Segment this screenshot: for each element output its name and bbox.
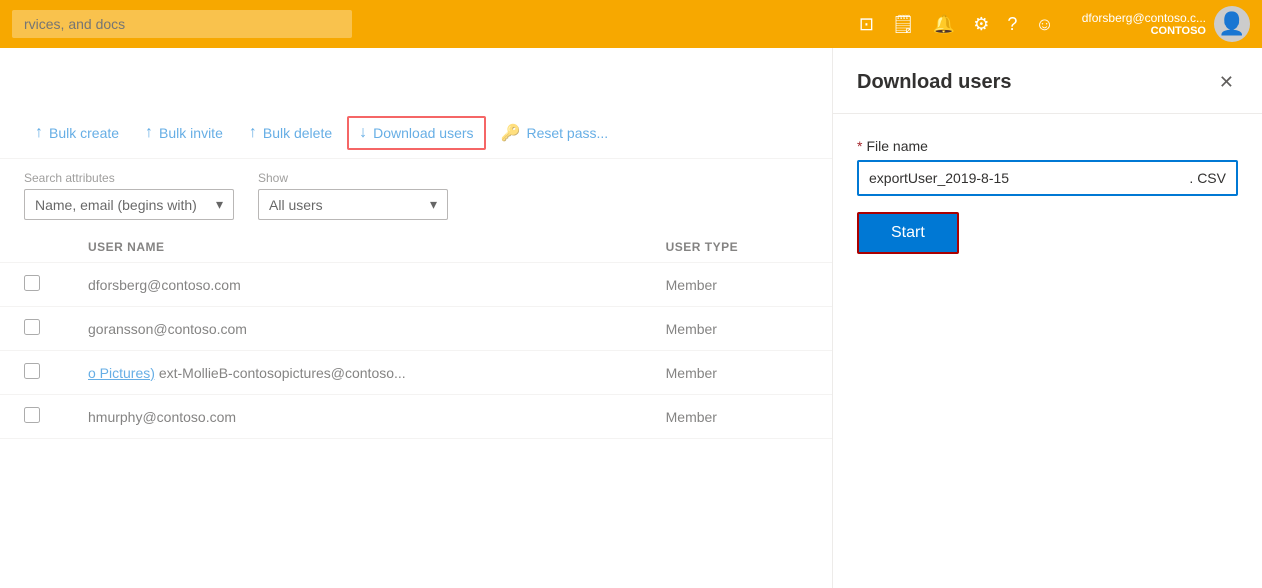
required-star: * <box>857 138 862 154</box>
usertype-cell: Member <box>642 307 832 351</box>
file-name-label-text: File name <box>866 138 927 154</box>
left-content: ↑ Bulk create ↑ Bulk invite ↑ Bulk delet… <box>0 48 832 588</box>
username-cell: dforsberg@contoso.com <box>64 263 642 307</box>
panel-body: * File name . CSV Start <box>833 114 1262 278</box>
users-table: USER NAME USER TYPE dforsberg@contoso.co… <box>0 232 832 439</box>
user-name: dforsberg@contoso.c... <box>1082 11 1206 25</box>
table-row: goransson@contoso.com Member <box>0 307 832 351</box>
key-icon: 🔑 <box>501 123 521 143</box>
toolbar: ↑ Bulk create ↑ Bulk invite ↑ Bulk delet… <box>0 108 832 159</box>
username-value: goransson@contoso.com <box>88 321 247 337</box>
username-cell: goransson@contoso.com <box>64 307 642 351</box>
row-checkbox[interactable] <box>24 363 40 379</box>
username-cell: hmurphy@contoso.com <box>64 395 642 439</box>
table-row: o Pictures) ext-MollieB-contosopictures@… <box>0 351 832 395</box>
terminal-icon[interactable]: ⊡ <box>859 14 874 35</box>
clipboard-icon[interactable]: 🗒 <box>892 14 915 35</box>
row-checkbox[interactable] <box>24 275 40 291</box>
search-attributes-value: Name, email (begins with) <box>35 197 197 213</box>
page-header <box>0 48 832 108</box>
user-org: CONTOSO <box>1151 25 1206 37</box>
usertype-cell: Member <box>642 351 832 395</box>
panel-title: Download users <box>857 71 1011 94</box>
table-row: hmurphy@contoso.com Member <box>0 395 832 439</box>
user-info: dforsberg@contoso.c... CONTOSO <box>1082 11 1206 37</box>
topbar-icons: ⊡ 🗒 🔔 ⚙ ? ☺ dforsberg@contoso.c... CONTO… <box>859 6 1250 42</box>
download-users-panel: Download users ✕ * File name . CSV Start <box>832 48 1262 588</box>
bell-icon[interactable]: 🔔 <box>933 14 955 35</box>
panel-close-button[interactable]: ✕ <box>1215 68 1238 97</box>
search-attributes-group: Search attributes Name, email (begins wi… <box>24 171 234 220</box>
reset-pass-label: Reset pass... <box>526 125 608 141</box>
bulk-create-icon: ↑ <box>35 124 43 142</box>
table-row: dforsberg@contoso.com Member <box>0 263 832 307</box>
bulk-invite-button[interactable]: ↑ Bulk invite <box>134 117 234 149</box>
file-name-input-row: . CSV <box>857 160 1238 196</box>
bulk-create-label: Bulk create <box>49 125 119 141</box>
smiley-icon[interactable]: ☺ <box>1035 14 1053 35</box>
file-name-input[interactable] <box>859 162 1171 194</box>
main-area: ↑ Bulk create ↑ Bulk invite ↑ Bulk delet… <box>0 48 1262 588</box>
row-checkbox[interactable] <box>24 407 40 423</box>
gear-icon[interactable]: ⚙ <box>973 14 989 35</box>
show-group: Show All users ▾ <box>258 171 448 220</box>
panel-header: Download users ✕ <box>833 48 1262 114</box>
usertype-cell: Member <box>642 395 832 439</box>
avatar[interactable]: 👤 <box>1214 6 1250 42</box>
search-attributes-label: Search attributes <box>24 171 234 185</box>
help-icon[interactable]: ? <box>1007 14 1017 35</box>
show-label: Show <box>258 171 448 185</box>
filter-row: Search attributes Name, email (begins wi… <box>0 159 832 232</box>
download-users-label: Download users <box>373 125 473 141</box>
username-value: hmurphy@contoso.com <box>88 409 236 425</box>
bulk-delete-label: Bulk delete <box>263 125 332 141</box>
partial-link[interactable]: o Pictures) <box>88 365 155 381</box>
download-users-button[interactable]: ↓ Download users <box>347 116 485 150</box>
bulk-create-button[interactable]: ↑ Bulk create <box>24 117 130 149</box>
checkbox-header <box>0 232 64 263</box>
file-name-group: * File name . CSV <box>857 138 1238 196</box>
usertype-cell: Member <box>642 263 832 307</box>
bulk-invite-icon: ↑ <box>145 124 153 142</box>
username-value: dforsberg@contoso.com <box>88 277 241 293</box>
file-name-label: * File name <box>857 138 1238 154</box>
bulk-delete-button[interactable]: ↑ Bulk delete <box>238 117 343 149</box>
search-input[interactable] <box>12 10 352 38</box>
reset-password-button[interactable]: 🔑 Reset pass... <box>490 116 620 150</box>
start-button[interactable]: Start <box>857 212 959 254</box>
chevron-down-icon: ▾ <box>216 196 223 213</box>
username-column-header: USER NAME <box>64 232 642 263</box>
download-users-icon: ↓ <box>359 124 367 142</box>
search-attributes-select[interactable]: Name, email (begins with) ▾ <box>24 189 234 220</box>
bulk-delete-icon: ↑ <box>249 124 257 142</box>
row-checkbox[interactable] <box>24 319 40 335</box>
usertype-column-header: USER TYPE <box>642 232 832 263</box>
file-extension-label: . CSV <box>1179 170 1236 186</box>
chevron-down-icon-2: ▾ <box>430 196 437 213</box>
bulk-invite-label: Bulk invite <box>159 125 223 141</box>
show-value: All users <box>269 197 323 213</box>
username-cell: o Pictures) ext-MollieB-contosopictures@… <box>64 351 642 395</box>
topbar-user[interactable]: dforsberg@contoso.c... CONTOSO 👤 <box>1082 6 1250 42</box>
username-value: ext-MollieB-contosopictures@contoso... <box>159 365 406 381</box>
topbar: ⊡ 🗒 🔔 ⚙ ? ☺ dforsberg@contoso.c... CONTO… <box>0 0 1262 48</box>
show-select[interactable]: All users ▾ <box>258 189 448 220</box>
